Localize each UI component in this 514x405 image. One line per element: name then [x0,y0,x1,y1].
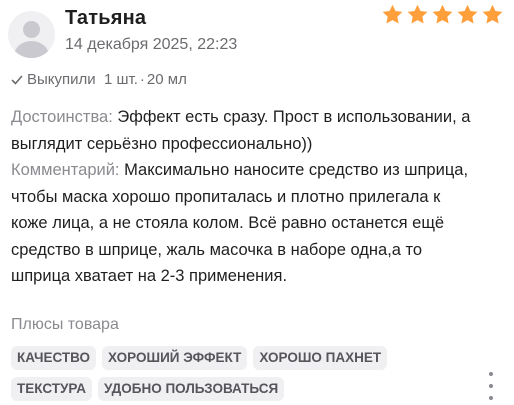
review-date: 14 декабря 2025, 22:23 [65,36,238,53]
more-dot [489,396,493,400]
tag-texture[interactable]: ТЕКСТУРА [11,377,92,401]
star-icon [457,4,478,24]
more-vertical-icon[interactable] [484,372,498,400]
comment: Комментарий: Максимально наносите средст… [11,157,481,290]
pros-title: Плюсы товара [11,316,119,333]
pros-tags: КАЧЕСТВО ХОРОШИЙ ЭФФЕКТ ХОРОШО ПАХНЕТ ТЕ… [11,346,431,401]
review-text: Достоинства: Эффект есть сразу. Прост в … [11,104,481,290]
advantages: Достоинства: Эффект есть сразу. Прост в … [11,104,481,157]
comment-text: Максимально наносите средство из шприца,… [11,161,469,285]
avatar-body-shape [14,41,49,58]
purchase-info: Выкупили 1 шт. · 20 мл [11,71,187,88]
star-icon [432,4,453,24]
advantages-label: Достоинства: [11,108,113,126]
star-icon [382,4,403,24]
star-icon [482,4,503,24]
rating-stars [381,3,504,26]
comment-label: Комментарий: [11,161,120,179]
tag-good-effect[interactable]: ХОРОШИЙ ЭФФЕКТ [102,346,248,370]
more-dot [489,384,493,388]
tag-quality[interactable]: КАЧЕСТВО [11,346,97,370]
checkmark-icon [11,75,23,84]
purchase-volume: 20 мл [146,71,187,88]
tag-easy-to-use[interactable]: УДОБНО ПОЛЬЗОВАТЬСЯ [97,377,285,401]
star-icon [407,4,428,24]
purchase-status: Выкупили [27,71,96,88]
author-name: Татьяна [65,7,147,29]
avatar-head-shape [23,21,40,38]
tag-smells-good[interactable]: ХОРОШО ПАХНЕТ [253,346,388,370]
purchase-separator: · [139,71,145,88]
avatar [8,11,55,58]
more-dot [489,372,493,376]
purchase-quantity: 1 шт. [104,71,138,88]
